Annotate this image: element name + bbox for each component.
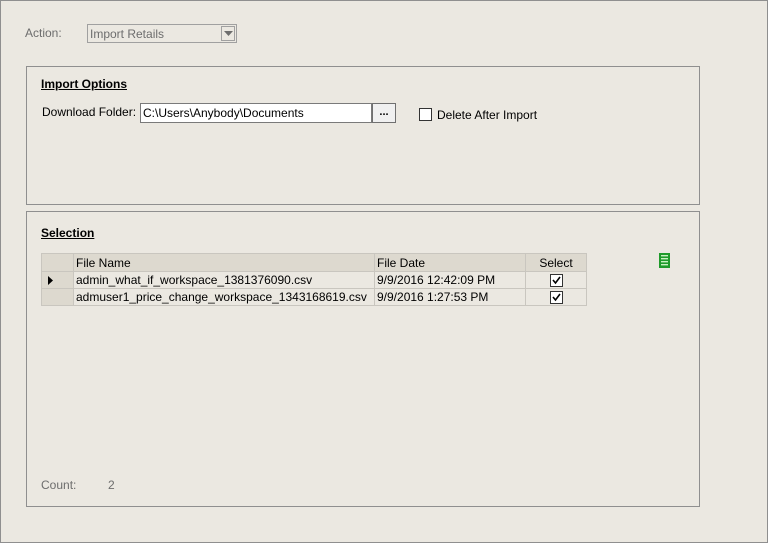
select-cell[interactable] <box>525 288 587 306</box>
file-name-cell[interactable]: admuser1_price_change_workspace_13431686… <box>73 288 375 306</box>
file-date-cell[interactable]: 9/9/2016 1:27:53 PM <box>374 288 526 306</box>
row-pointer-icon <box>48 276 53 285</box>
selection-title: Selection <box>41 226 95 240</box>
select-checkbox[interactable] <box>549 291 563 305</box>
file-name-cell[interactable]: admin_what_if_workspace_1381376090.csv <box>73 271 375 289</box>
column-header-file-date[interactable]: File Date <box>374 253 526 272</box>
chevron-down-icon[interactable] <box>221 26 235 41</box>
count-value: 2 <box>108 478 115 492</box>
count-label: Count: <box>41 478 77 492</box>
column-header-file-name[interactable]: File Name <box>73 253 375 272</box>
column-header-select[interactable]: Select <box>525 253 587 272</box>
table-row[interactable]: admin_what_if_workspace_1381376090.csv 9… <box>41 271 587 289</box>
grid-corner-cell <box>41 253 74 272</box>
download-folder-value: C:\Users\Anybody\Documents <box>143 106 304 120</box>
action-dropdown[interactable]: Import Retails <box>87 24 237 43</box>
list-icon[interactable] <box>659 253 670 268</box>
import-options-title: Import Options <box>41 77 127 91</box>
row-header[interactable] <box>41 288 74 306</box>
import-options-group <box>26 66 700 205</box>
row-header[interactable] <box>41 271 74 289</box>
files-grid: File Name File Date Select admin_what_if… <box>41 253 587 306</box>
table-row[interactable]: admuser1_price_change_workspace_13431686… <box>41 288 587 306</box>
download-folder-input[interactable]: C:\Users\Anybody\Documents <box>140 103 372 123</box>
select-cell[interactable] <box>525 271 587 289</box>
file-date-cell[interactable]: 9/9/2016 12:42:09 PM <box>374 271 526 289</box>
action-dropdown-value: Import Retails <box>90 27 165 41</box>
download-folder-label: Download Folder: <box>42 105 137 119</box>
action-label: Action: <box>25 26 62 40</box>
delete-after-import-checkbox[interactable] <box>419 108 432 121</box>
delete-after-import-label: Delete After Import <box>437 108 538 122</box>
grid-header-row: File Name File Date Select <box>41 253 587 272</box>
browse-button[interactable]: ... <box>372 103 396 123</box>
select-checkbox[interactable] <box>549 274 563 288</box>
